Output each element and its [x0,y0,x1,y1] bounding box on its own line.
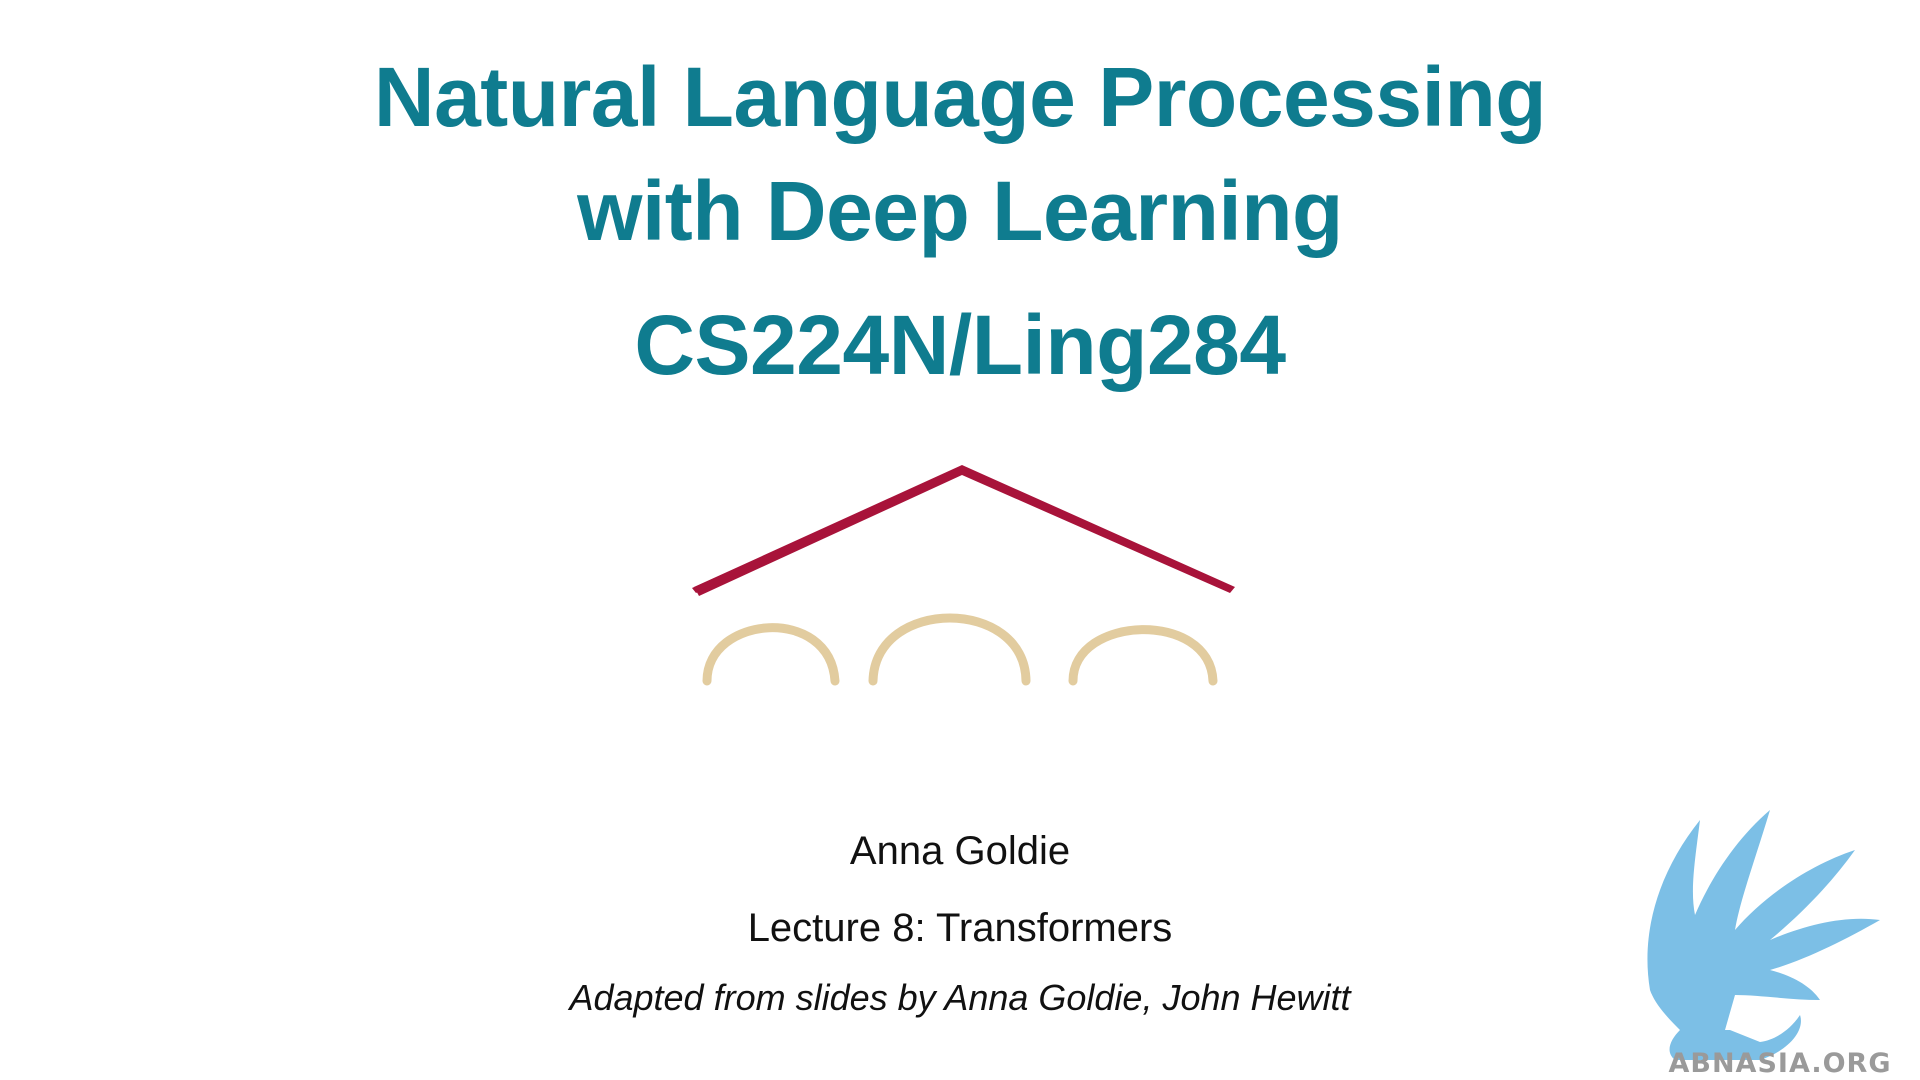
stanford-arches-logo-icon [692,465,1235,686]
roof-shape [692,465,1235,596]
griffin-watermark-icon: ABNASIA.ORG [1647,810,1891,1079]
lecture-title: Lecture 8: Transformers [747,906,1173,950]
watermark-text: ABNASIA.ORG [1668,1048,1891,1079]
title-line-2: with Deep Learning [577,164,1343,258]
slide-title: Natural Language Processing with Deep Le… [0,40,1920,268]
slide: Natural Language Processing with Deep Le… [0,0,1920,1080]
author-name: Anna Goldie [849,829,1071,873]
title-line-1: Natural Language Processing [373,50,1547,144]
course-code: CS224N/Ling284 [634,298,1286,392]
griffin-shape [1647,810,1880,1060]
arches-shape [702,613,1218,686]
attribution-text: Adapted from slides by Anna Goldie, John… [569,977,1351,1018]
